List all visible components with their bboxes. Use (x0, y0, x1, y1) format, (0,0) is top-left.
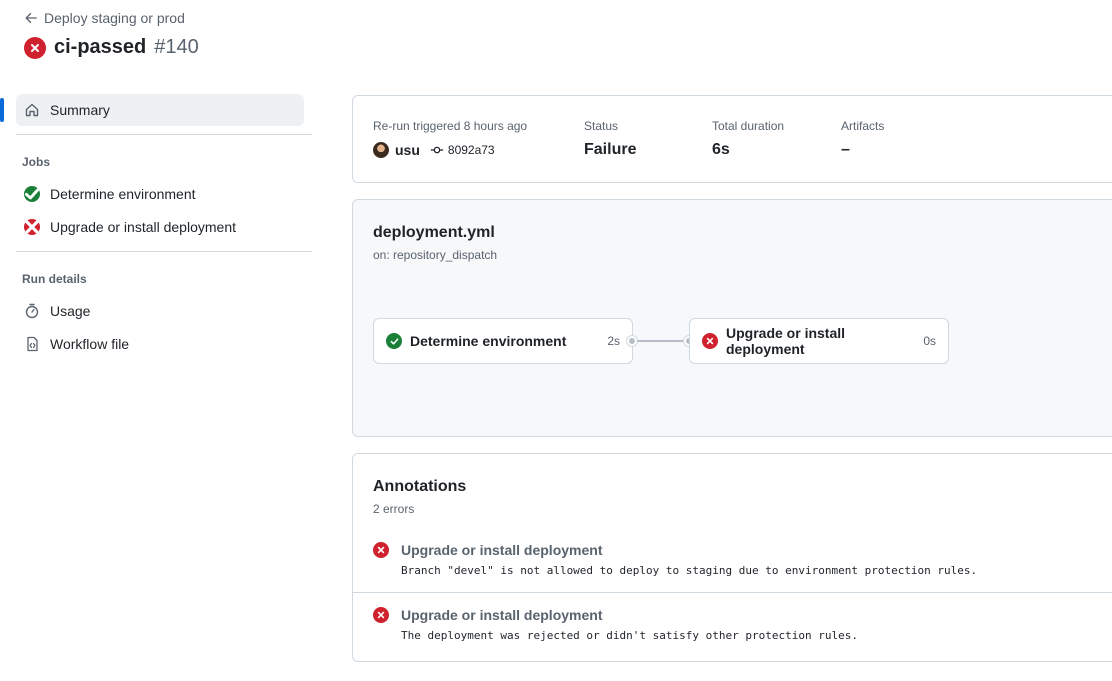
connector-dot (627, 336, 637, 346)
annotation-job-link[interactable]: Upgrade or install deployment (373, 542, 602, 558)
duration-label: Total duration (712, 119, 785, 133)
sidebar-item-label: Upgrade or install deployment (50, 218, 236, 235)
x-circle-icon (24, 36, 46, 59)
x-circle-icon (373, 542, 389, 558)
job-name: Upgrade or install deployment (726, 325, 846, 357)
annotations-card: Annotations 2 errors Upgrade or install … (352, 453, 1112, 662)
artifacts-value: – (841, 141, 850, 158)
sidebar-item-label: Summary (50, 102, 110, 118)
artifacts-label: Artifacts (841, 119, 885, 133)
job-node-determine-environment[interactable]: Determine environment 2s (373, 318, 633, 364)
run-details-heading: Run details (22, 272, 87, 286)
sidebar-item-job-determine-environment[interactable]: Determine environment (24, 177, 312, 210)
divider (16, 134, 312, 135)
back-link[interactable]: Deploy staging or prod (24, 10, 185, 26)
avatar[interactable] (373, 142, 389, 158)
sidebar-item-summary[interactable]: Summary (0, 94, 304, 126)
annotation-job: Upgrade or install deployment (401, 542, 603, 558)
stopwatch-icon (25, 303, 39, 318)
x-circle-icon (702, 333, 718, 349)
sidebar-item-workflow-file[interactable]: Workflow file (24, 327, 312, 360)
workflow-trigger: on: repository_dispatch (373, 248, 498, 262)
status-column: Status Failure (584, 119, 636, 159)
annotations-count: 2 errors (373, 502, 415, 516)
job-name: Determine environment (410, 333, 567, 349)
job-duration: 2s (607, 334, 620, 348)
home-icon (25, 103, 39, 117)
git-commit-icon (430, 146, 444, 154)
check-circle-icon (24, 185, 40, 202)
jobs-heading: Jobs (22, 155, 51, 169)
workflow-file-icon (27, 336, 38, 351)
job-duration: 0s (923, 334, 936, 348)
status-label: Status (584, 119, 619, 133)
sidebar-item-usage[interactable]: Usage (24, 294, 312, 327)
page-title: ci-passed #140 (24, 36, 199, 59)
trigger-label: Re-run triggered 8 hours ago (373, 119, 528, 133)
annotations-title: Annotations (373, 478, 467, 495)
trigger-column: Re-run triggered 8 hours ago usu 8092a73 (373, 119, 527, 158)
commit-sha: 8092a73 (447, 143, 495, 157)
duration-value: 6s (712, 141, 730, 158)
arrow-left-icon (25, 12, 37, 24)
back-link-label: Deploy staging or prod (44, 10, 185, 26)
annotation-message: Branch "devel" is not allowed to deploy … (401, 564, 978, 577)
x-circle-icon (373, 607, 389, 623)
annotation-job: Upgrade or install deployment (401, 607, 603, 623)
divider (353, 592, 1112, 593)
workflow-file-name: deployment.yml (373, 224, 495, 241)
divider (16, 251, 312, 252)
artifacts-column: Artifacts – (841, 119, 884, 159)
duration-column: Total duration 6s (712, 119, 784, 159)
sidebar-item-job-upgrade-deployment[interactable]: Upgrade or install deployment (24, 210, 312, 243)
run-number: #140 (154, 36, 199, 58)
workflow-graph-card: deployment.yml on: repository_dispatch D… (352, 199, 1112, 437)
sidebar-item-label: Usage (50, 302, 91, 319)
sidebar-item-label: Workflow file (50, 335, 130, 352)
run-name: ci-passed (54, 36, 147, 58)
commit-link[interactable]: 8092a73 (430, 143, 495, 157)
sidebar: Summary Jobs Determine environment Upgra… (0, 94, 312, 360)
actor-link[interactable]: usu (395, 142, 420, 158)
annotation-job-link[interactable]: Upgrade or install deployment (373, 607, 602, 623)
status-value: Failure (584, 141, 637, 158)
run-summary-card: Re-run triggered 8 hours ago usu 8092a73… (352, 95, 1112, 183)
connector-line (637, 340, 685, 342)
job-node-upgrade-deployment[interactable]: Upgrade or install deployment 0s (689, 318, 949, 364)
x-circle-icon (24, 218, 40, 235)
sidebar-item-label: Determine environment (50, 185, 196, 202)
check-circle-icon (386, 333, 402, 349)
annotation-message: The deployment was rejected or didn't sa… (401, 629, 858, 642)
